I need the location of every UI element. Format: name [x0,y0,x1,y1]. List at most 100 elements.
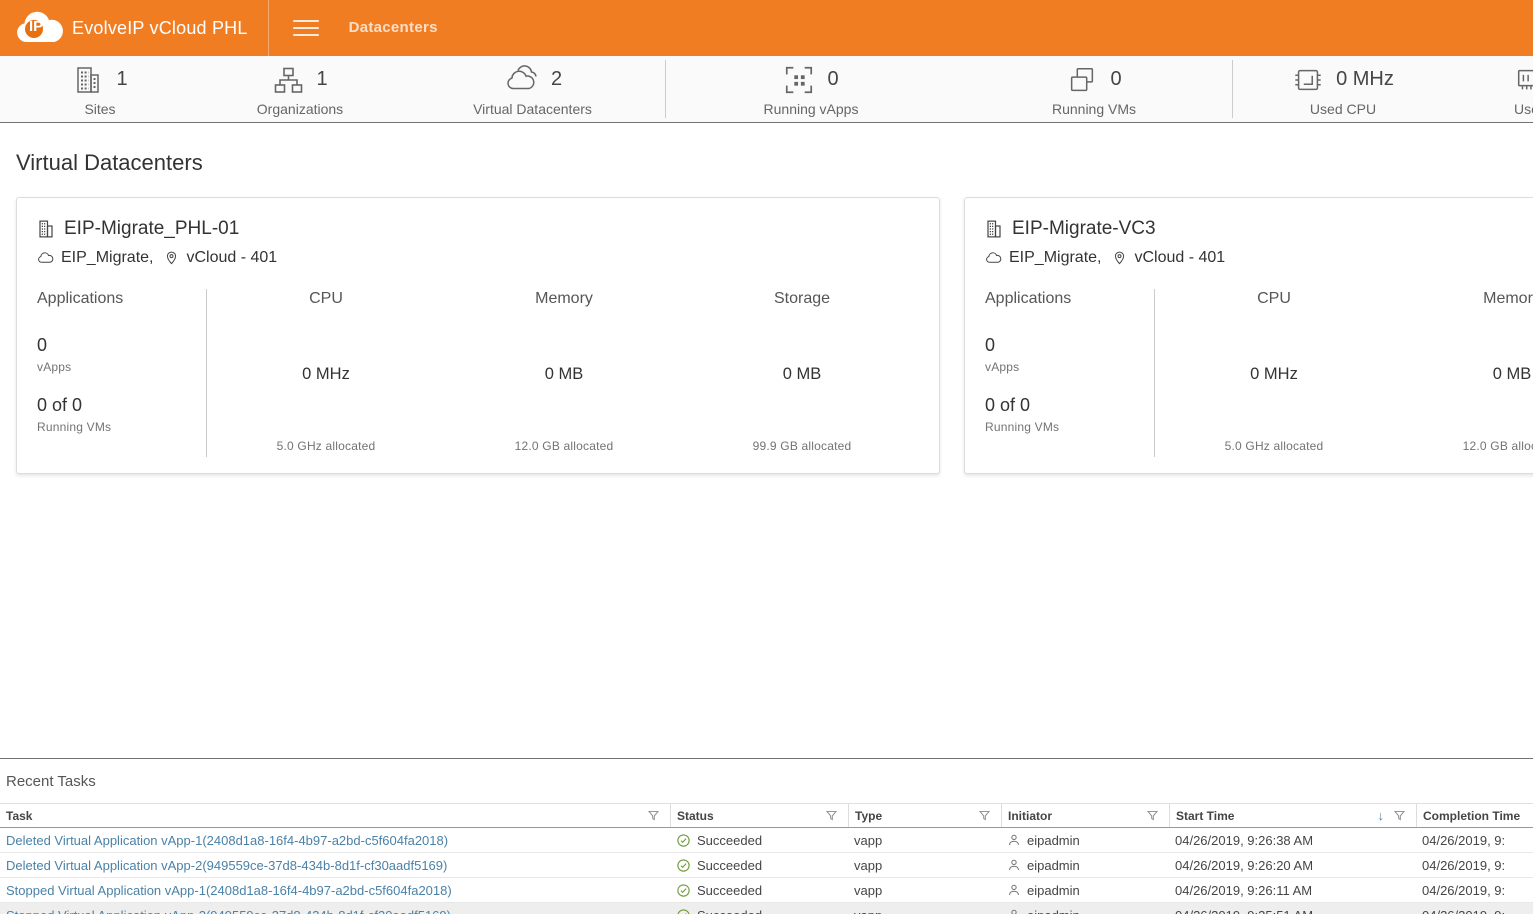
completion-time-cell: 04/26/2019, 9: [1416,858,1533,873]
filter-icon[interactable] [647,809,660,822]
vdc-name: EIP-Migrate_PHL-01 [64,218,239,240]
org-cloud-icon [37,251,54,265]
stat-count: 0 [1110,68,1121,91]
memory-header: Memory [1483,289,1533,309]
status-cell: Succeeded [670,883,848,898]
status-text: Succeeded [697,883,762,898]
header-divider [268,0,269,56]
cpu-column: CPU 0 MHz 5.0 GHz allocated [1155,289,1393,457]
status-text: Succeeded [697,833,762,848]
column-label: Type [855,809,882,823]
stat-used-cpu: 0 MHz Used CPU [1233,56,1453,122]
start-time-cell: 04/26/2019, 9:26:20 AM [1169,858,1416,873]
running-vms-count: 0 of 0 [985,395,1154,416]
vdc-org: EIP_Migrate, [61,249,153,267]
column-label: Task [6,809,32,823]
stat-count: 0 [827,68,838,91]
vdc-card-eip-migrate-phl-01[interactable]: EIP-Migrate_PHL-01 EIP_Migrate, vCloud -… [16,197,940,474]
initiator-cell: eipadmin [1001,908,1169,914]
recent-tasks-title[interactable]: Recent Tasks [0,759,1533,803]
column-header-completion-time[interactable]: Completion Time [1416,804,1533,827]
vdc-card-eip-migrate-vc3[interactable]: EIP-Migrate-VC3 EIP_Migrate, vCloud - 40… [964,197,1533,474]
column-label: Status [677,809,714,823]
page-title: Virtual Datacenters [16,150,1533,176]
start-time-cell: 04/26/2019, 9:26:38 AM [1169,833,1416,848]
location-pin-icon [164,250,179,266]
sort-desc-icon[interactable]: ↓ [1378,808,1385,823]
task-row: Stopped Virtual Application vApp-2(94955… [0,903,1533,914]
filter-icon[interactable] [1393,809,1406,822]
stat-count: 0 MHz [1336,68,1394,91]
column-header-type[interactable]: Type [848,804,1001,827]
memory-used: 0 MB [545,309,584,439]
initiator-cell: eipadmin [1001,858,1169,873]
task-link[interactable]: Deleted Virtual Application vApp-2(94955… [0,858,670,873]
applications-header: Applications [985,289,1154,309]
task-row: Deleted Virtual Application vApp-1(2408d… [0,828,1533,853]
column-header-initiator[interactable]: Initiator [1001,804,1169,827]
stat-label: Used Memory [1514,101,1533,117]
column-header-task[interactable]: Task [0,804,670,827]
initiator-cell: eipadmin [1001,883,1169,898]
memory-used: 0 MB [1493,309,1532,439]
memory-column: Memory 0 MB 12.0 GB allocated [445,289,683,457]
status-cell: Succeeded [670,908,848,914]
column-header-status[interactable]: Status [670,804,848,827]
sites-icon [72,64,104,96]
running-vms-count: 0 of 0 [37,395,206,416]
datacenter-building-icon [985,219,1003,239]
cpu-column: CPU 0 MHz 5.0 GHz allocated [207,289,445,457]
user-icon [1007,908,1021,914]
task-link[interactable]: Deleted Virtual Application vApp-1(2408d… [0,833,670,848]
column-header-start-time[interactable]: Start Time ↓ [1169,804,1416,827]
recent-tasks-panel: Recent Tasks Task Status Type Initiator … [0,758,1533,914]
vapps-label: vApps [37,360,206,374]
cpu-header: CPU [309,289,343,309]
running-vms-icon [1066,64,1098,96]
org-cloud-icon [985,251,1002,265]
applications-column: Applications 0 vApps 0 of 0 Running VMs [985,289,1155,457]
stat-count: 1 [316,68,327,91]
memory-column: Memory 0 MB 12.0 GB allocated [1393,289,1533,457]
completion-time-cell: 04/26/2019, 9: [1416,833,1533,848]
status-text: Succeeded [697,858,762,873]
filter-icon[interactable] [978,809,991,822]
vdc-site: vCloud - 401 [186,249,277,267]
column-label: Initiator [1008,809,1052,823]
running-vms-label: Running VMs [985,420,1154,434]
vdc-site: vCloud - 401 [1134,249,1225,267]
column-label: Completion Time [1423,809,1520,823]
task-link[interactable]: Stopped Virtual Application vApp-1(2408d… [0,883,670,898]
stat-label: Virtual Datacenters [473,101,592,117]
cpu-used: 0 MHz [302,309,350,439]
task-link[interactable]: Stopped Virtual Application vApp-2(94955… [0,908,670,914]
storage-allocated: 99.9 GB allocated [753,439,852,453]
start-time-cell: 04/26/2019, 9:25:51 AM [1169,908,1416,914]
vapps-label: vApps [985,360,1154,374]
evolveip-logo: IP [14,10,64,46]
filter-icon[interactable] [825,809,838,822]
type-cell: vapp [848,908,1001,914]
stat-count: 1 [116,68,127,91]
filter-icon[interactable] [1146,809,1159,822]
applications-header: Applications [37,289,206,309]
logo-text: IP [29,18,43,35]
stat-running-vapps: 0 Running vApps [666,56,956,122]
used-memory-icon [1514,64,1533,96]
used-cpu-icon [1292,64,1324,96]
vapps-count: 0 [37,335,206,356]
stat-sites: 1 Sites [0,56,200,122]
initiator-text: eipadmin [1027,883,1080,898]
status-success-icon [676,908,691,914]
initiator-cell: eipadmin [1001,833,1169,848]
initiator-text: eipadmin [1027,908,1080,914]
storage-header: Storage [774,289,830,309]
running-vms-label: Running VMs [37,420,206,434]
running-vapps-icon [783,64,815,96]
vdc-name: EIP-Migrate-VC3 [1012,218,1156,240]
nav-datacenters[interactable]: Datacenters [349,19,438,36]
hamburger-menu-icon[interactable] [293,20,319,36]
completion-time-cell: 04/26/2019, 9: [1416,908,1533,914]
cpu-allocated: 5.0 GHz allocated [277,439,376,453]
cpu-allocated: 5.0 GHz allocated [1225,439,1324,453]
